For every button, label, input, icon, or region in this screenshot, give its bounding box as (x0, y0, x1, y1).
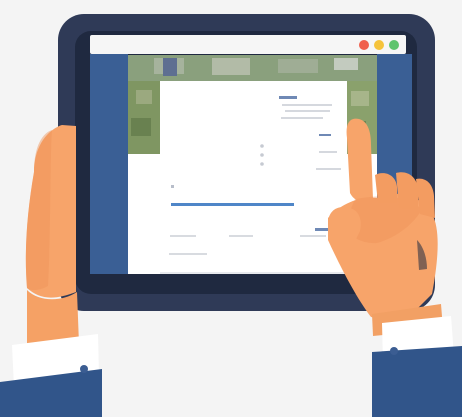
left-photo-detail-1 (136, 90, 152, 104)
yellow-dot-icon (374, 40, 384, 50)
bottom-separator (160, 272, 347, 274)
left-cuff-button (80, 365, 88, 373)
text-line-2 (285, 110, 330, 112)
content-card (160, 89, 347, 274)
section-line-3 (171, 185, 174, 188)
section-line-2 (316, 168, 341, 170)
input-line-3 (300, 235, 326, 237)
dot-small-1 (260, 144, 264, 148)
red-dot-icon (359, 40, 369, 50)
title-line (279, 96, 297, 99)
text-line-1 (282, 104, 332, 106)
green-dot-icon (389, 40, 399, 50)
map-banner-texture-4 (334, 58, 358, 70)
progress-fill (171, 203, 294, 206)
logo-mark (163, 58, 177, 76)
map-banner-texture-2 (212, 58, 250, 75)
text-line-4 (319, 134, 331, 136)
right-cuff-button (390, 347, 398, 355)
dot-small-3 (260, 162, 264, 166)
tablet-illustration (0, 0, 462, 417)
browser-bar (90, 35, 406, 54)
right-photo-detail-1 (351, 91, 369, 106)
screen-left-panel (90, 54, 128, 274)
dot-small-2 (260, 153, 264, 157)
right-sleeve (372, 346, 462, 417)
left-hand-shadow (25, 130, 52, 291)
tablet-scene (0, 14, 462, 417)
input-line-2 (229, 235, 253, 237)
map-banner-texture-3 (278, 59, 318, 73)
input-line-1 (170, 235, 196, 237)
text-line-3 (281, 117, 323, 119)
right-finger (346, 118, 373, 202)
input-line-4 (169, 253, 207, 255)
right-thumb (328, 207, 361, 241)
left-photo-detail-2 (131, 118, 151, 136)
section-line-1 (319, 151, 337, 153)
